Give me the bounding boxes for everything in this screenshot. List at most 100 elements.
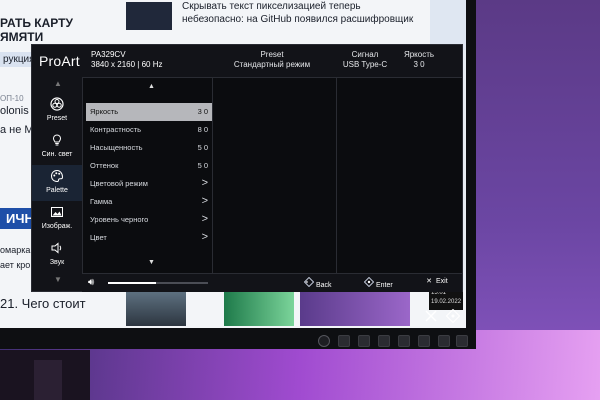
- dpad-left-icon: [303, 276, 315, 289]
- menu-item-label: Уровень черного: [90, 215, 149, 224]
- menu-up-arrow-icon[interactable]: ▲: [148, 83, 155, 90]
- car-thumbnail: [126, 292, 186, 326]
- sidebar-item-palette[interactable]: Palette: [32, 165, 82, 201]
- top-right-panel: [430, 0, 466, 50]
- close-icon: ✕: [426, 278, 432, 285]
- close-icon: [425, 310, 437, 322]
- left-small2: ает кро: [0, 260, 31, 270]
- volume-slider[interactable]: [108, 282, 208, 284]
- menu-item-value: 3 0: [197, 107, 208, 116]
- left-topic2: olonis: [0, 105, 29, 117]
- bezel-button-1[interactable]: [338, 335, 350, 347]
- monitor-side-bezel: [466, 0, 476, 328]
- column-divider: [212, 77, 213, 273]
- article-teaser: Скрывать текст пикселизацией теперь небе…: [182, 1, 414, 25]
- sidebar-item-label: Звук: [49, 259, 65, 266]
- enter-label: Enter: [376, 282, 393, 289]
- chevron-right-icon: >: [201, 177, 208, 189]
- sidebar-down-arrow-icon[interactable]: ▼: [54, 275, 62, 284]
- brightness-status: Яркость 3 0: [394, 50, 444, 70]
- article-thumbnail: [126, 2, 172, 30]
- sidebar-item-sound[interactable]: Звук: [32, 237, 82, 273]
- menu-item-saturation[interactable]: Насыщенность 5 0: [86, 139, 212, 157]
- sidebar-item-preset[interactable]: Preset: [32, 93, 82, 129]
- left-small1: омарка: [0, 245, 31, 255]
- dpad-icon: [446, 309, 460, 323]
- bulb-icon: [52, 134, 62, 146]
- menu-item-color-mode[interactable]: Цветовой режим >: [86, 175, 212, 193]
- menu-item-label: Насыщенность: [90, 143, 143, 152]
- menu-item-label: Контрастность: [90, 125, 142, 134]
- sidebar-item-label: Изображ.: [41, 223, 73, 230]
- menu-item-label: Цвет: [90, 233, 107, 242]
- left-title: РАТЬ КАРТУ ЯМЯТИ: [0, 16, 73, 44]
- image-icon: [51, 207, 63, 217]
- dpad-enter-icon: [363, 276, 375, 289]
- menu-item-label: Оттенок: [90, 161, 119, 170]
- chevron-right-icon: >: [201, 231, 208, 243]
- speaker-icon: [51, 242, 62, 254]
- menu-item-brightness[interactable]: Яркость 3 0: [86, 103, 212, 121]
- exit-label: Exit: [436, 278, 448, 285]
- back-button[interactable]: Back: [303, 276, 332, 289]
- brand-logo: ProArt: [39, 53, 80, 69]
- menu-item-color[interactable]: Цвет >: [86, 229, 212, 247]
- bezel-button-7[interactable]: [456, 335, 468, 347]
- chevron-right-icon: >: [201, 213, 208, 225]
- model-info: PA329CV 3840 x 2160 | 60 Hz: [91, 50, 163, 70]
- sidebar-item-label: Palette: [46, 187, 68, 194]
- bezel-button-3[interactable]: [378, 335, 390, 347]
- monitor-stand-leg: [34, 360, 62, 400]
- menu-item-label: Цветовой режим: [90, 179, 148, 188]
- tray-date: 19.02.2022: [431, 299, 462, 305]
- menu-item-value: 5 0: [197, 161, 208, 170]
- bezel-button-5[interactable]: [418, 335, 430, 347]
- enter-button[interactable]: Enter: [363, 276, 393, 289]
- sidebar-item-blue-light[interactable]: Син. свет: [32, 129, 82, 165]
- menu-item-contrast[interactable]: Контрастность 8 0: [86, 121, 212, 139]
- volume-slider-fill: [108, 282, 156, 284]
- volume-icon: 🔊︎: [88, 277, 95, 288]
- menu-item-hue[interactable]: Оттенок 5 0: [86, 157, 212, 175]
- exit-button[interactable]: ✕ Exit: [424, 277, 448, 285]
- bezel-button-6[interactable]: [438, 335, 450, 347]
- osd-sidebar: ▲ Preset Син. свет Palette Изображ. Звук…: [32, 77, 83, 291]
- brightness-value: 3 0: [413, 60, 425, 69]
- signal-value: USB Type-C: [342, 60, 388, 69]
- sidebar-item-label: Син. свет: [41, 151, 73, 158]
- green-thumbnail: [224, 292, 294, 326]
- power-button[interactable]: [318, 335, 330, 347]
- resolution-line: 3840 x 2160 | 60 Hz: [91, 60, 163, 70]
- chevron-right-icon: >: [201, 195, 208, 207]
- sidebar-up-arrow-icon[interactable]: ▲: [54, 79, 62, 88]
- menu-down-arrow-icon[interactable]: ▼: [148, 259, 155, 266]
- osd-header: ProArt PA329CV 3840 x 2160 | 60 Hz Prese…: [32, 45, 462, 78]
- column-divider: [336, 77, 337, 273]
- back-label: Back: [316, 282, 332, 289]
- sidebar-item-image[interactable]: Изображ.: [32, 201, 82, 237]
- menu-item-gamma[interactable]: Гамма >: [86, 193, 212, 211]
- monitor-screen: РАТЬ КАРТУ ЯМЯТИ рукция ОП-10 olonis а н…: [0, 0, 466, 328]
- desktop-top-strip: Скрывать текст пикселизацией теперь небе…: [120, 0, 466, 50]
- resolution: 3840 x 2160: [91, 60, 136, 69]
- menu-item-value: 5 0: [197, 143, 208, 152]
- menu-item-value: 8 0: [197, 125, 208, 134]
- purple-thumbnail: [300, 292, 410, 326]
- palette-icon: [50, 169, 64, 183]
- osd-menu: ProArt PA329CV 3840 x 2160 | 60 Hz Prese…: [31, 44, 463, 292]
- menu-item-label: Яркость: [90, 107, 119, 116]
- palette-wheel-icon: [50, 97, 64, 111]
- preset-status: Preset Стандартный режим: [222, 50, 322, 70]
- preset-label: Preset: [260, 50, 284, 59]
- signal-label: Сигнал: [351, 50, 379, 59]
- bezel-button-4[interactable]: [398, 335, 410, 347]
- osd-submenu: ▲ Яркость 3 0 Контрастность 8 0 Насыщенн…: [86, 77, 212, 273]
- menu-item-label: Гамма: [90, 197, 113, 206]
- desktop-bottom-strip: [120, 290, 466, 328]
- sidebar-item-label: Preset: [46, 115, 68, 122]
- bezel-button-2[interactable]: [358, 335, 370, 347]
- menu-item-black-level[interactable]: Уровень черного >: [86, 211, 212, 229]
- monitor: РАТЬ КАРТУ ЯМЯТИ рукция ОП-10 olonis а н…: [0, 0, 476, 349]
- left-headline: 21. Чего стоит: [0, 296, 86, 311]
- signal-status: Сигнал USB Type-C: [330, 50, 400, 70]
